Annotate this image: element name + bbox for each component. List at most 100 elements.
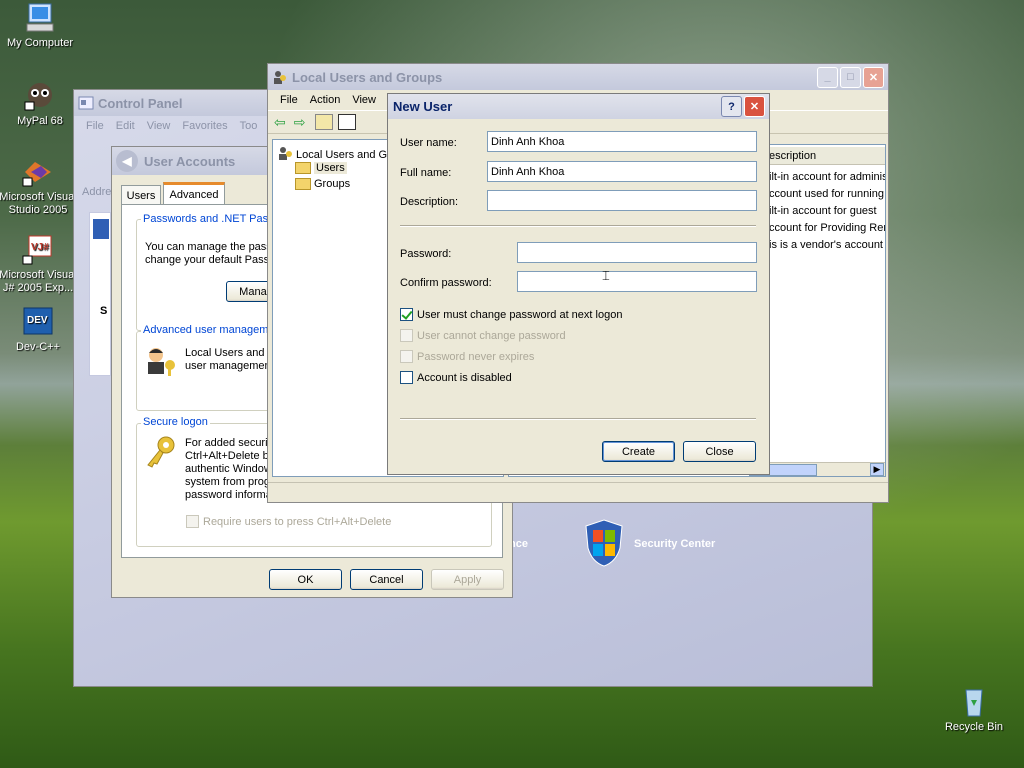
svg-text:VJ#: VJ# [31,242,49,253]
control-panel-icon [78,95,94,111]
column-header-description[interactable]: escription [767,147,885,165]
passwords-group-title: Passwords and .NET Passp [141,213,282,225]
menu-favorites[interactable]: Favorites [176,120,233,132]
cannot-change-checkbox[interactable] [400,329,413,342]
desktop-icon-recycle-bin[interactable]: Recycle Bin [934,686,1014,734]
control-panel-sidebar-fragment: S [89,212,111,376]
tab-users[interactable]: Users [121,185,161,205]
task-icon [93,219,109,239]
new-user-titlebar[interactable]: New User ? ✕ [388,94,769,119]
must-change-option[interactable]: User must change password at next logon [400,308,622,321]
jsharp-icon: VJ# [21,234,55,266]
menu-file[interactable]: File [274,94,304,106]
close-window-button[interactable]: ✕ [863,66,884,88]
account-disabled-checkbox[interactable] [400,371,413,384]
tree-item-groups[interactable]: Groups [295,178,350,190]
tree-root-label: Local Users and Gr [296,148,391,161]
key-icon [144,435,178,472]
visual-studio-icon [21,156,55,188]
lusrmgr-titlebar[interactable]: Local Users and Groups _ □ ✕ [268,64,888,90]
help-button[interactable]: ? [721,96,742,117]
security-center-link[interactable]: Security Center [634,538,715,550]
tab-advanced[interactable]: Advanced [163,182,225,205]
menu-edit[interactable]: Edit [110,120,141,132]
desktop-icon-visual-jsharp[interactable]: VJ# Microsoft Visual J# 2005 Exp... [0,234,78,295]
require-ctrl-alt-del-checkbox[interactable] [186,515,199,528]
fullname-field[interactable] [487,161,757,182]
security-center-shield-icon[interactable] [584,518,624,571]
close-button[interactable]: Close [683,441,756,462]
minimize-button[interactable]: _ [817,66,838,88]
cannot-change-label: User cannot change password [417,329,566,342]
advanced-management-title: Advanced user manageme [141,324,277,336]
description-label: Description: [400,196,459,208]
password-field[interactable] [517,242,757,263]
tree-root[interactable]: Local Users and Gr [277,146,391,163]
text-cursor-icon: ⌶ [602,268,610,283]
close-label: Close [705,445,734,458]
secure-logon-line: authentic Window [185,463,272,475]
list-item[interactable]: ccount for Providing Rem [769,220,885,237]
apply-button[interactable]: Apply [431,569,504,590]
back-arrow-icon[interactable]: ◀ [116,150,138,172]
scroll-right-arrow-icon[interactable]: ▶ [870,463,884,476]
menu-action[interactable]: Action [304,94,347,106]
require-ctrl-alt-del-option[interactable]: Require users to press Ctrl+Alt+Delete [186,515,391,528]
cannot-change-option[interactable]: User cannot change password [400,329,566,342]
list-item[interactable]: ilt-in account for adminis [769,169,885,186]
up-folder-icon[interactable] [315,114,334,130]
confirm-password-field[interactable] [517,271,757,292]
menu-file[interactable]: File [80,120,110,132]
advanced-description-line2: user managemen [185,360,271,372]
maximize-button[interactable]: □ [840,66,861,88]
separator [400,418,756,420]
users-icon [272,69,288,85]
tree-item-users[interactable]: Users [295,162,347,174]
desktop-icon-label: Microsoft Visual Studio 2005 [0,191,77,216]
mypal-icon [23,80,57,112]
show-tree-icon[interactable] [338,114,357,130]
computer-icon [23,2,57,34]
svg-text:DEV: DEV [27,315,48,326]
help-icon: ? [728,100,735,113]
never-expires-option[interactable]: Password never expires [400,350,534,363]
new-user-dialog[interactable]: New User ? ✕ User name: Full name: Descr… [387,93,770,475]
require-ctrl-alt-del-label: Require users to press Ctrl+Alt+Delete [203,515,392,528]
account-disabled-option[interactable]: Account is disabled [400,371,512,384]
desktop-icon-label: Dev-C++ [15,341,61,353]
password-label: Password: [400,248,452,260]
menu-view[interactable]: View [141,120,177,132]
tree-item-users-label: Users [314,162,347,174]
never-expires-label: Password never expires [417,350,535,363]
desktop-icon-my-computer[interactable]: My Computer [0,2,80,50]
advanced-description-line1: Local Users and G [185,347,277,359]
close-dialog-button[interactable]: ✕ [744,96,765,117]
never-expires-checkbox[interactable] [400,350,413,363]
list-item[interactable]: is is a vendor's account [769,237,885,254]
dev-cpp-icon: DEV [21,306,55,338]
forward-icon[interactable]: ⇨ [294,114,306,131]
menu-view[interactable]: View [346,94,382,106]
desktop-icon-mypal[interactable]: MyPal 68 [0,80,80,128]
username-field[interactable] [487,131,757,152]
status-bar [268,482,888,502]
ok-button[interactable]: OK [269,569,342,590]
window-title: User Accounts [144,153,236,169]
separator [400,225,756,227]
local-users-icon [144,345,180,380]
create-button[interactable]: Create [602,441,675,462]
tab-users-label: Users [126,189,156,202]
tree-item-groups-label: Groups [314,178,351,190]
description-field[interactable] [487,190,757,211]
cancel-button[interactable]: Cancel [350,569,423,590]
must-change-checkbox[interactable] [400,308,413,321]
window-title: Local Users and Groups [292,69,443,85]
back-icon[interactable]: ⇦ [274,114,286,131]
list-item[interactable]: ccount used for running [769,186,885,203]
secure-logon-line: password informa [185,489,272,501]
desktop-icon-visual-studio[interactable]: Microsoft Visual Studio 2005 [0,156,78,217]
desktop-icon-dev-cpp[interactable]: DEV Dev-C++ [0,306,78,354]
menu-tools[interactable]: Too [234,120,264,132]
secure-logon-line: Ctrl+Alt+Delete b [185,450,269,462]
list-item[interactable]: ilt-in account for guest [769,203,885,220]
